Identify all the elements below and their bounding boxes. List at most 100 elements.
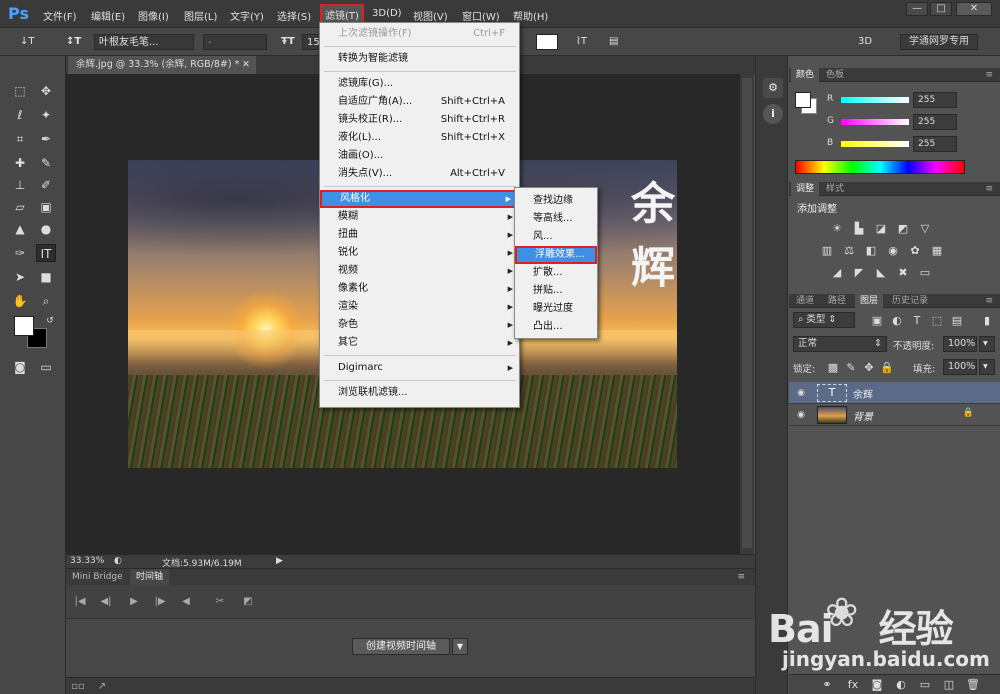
character-panel-icon[interactable]: ▤	[609, 34, 618, 50]
actions-panel-icon[interactable]: ⚙	[763, 78, 783, 98]
stylize-menu-item[interactable]: 等高线...	[515, 210, 597, 228]
healing-brush-tool-icon[interactable]: ✚	[10, 154, 30, 172]
lock-all-icon[interactable]: 🔒	[879, 361, 895, 375]
stylize-menu-item[interactable]: 曝光过度	[515, 300, 597, 318]
filter-menu-item[interactable]: 自适应广角(A)... Shift+Ctrl+A	[320, 93, 519, 111]
filter-menu-item[interactable]: 杂色 ▶	[320, 316, 519, 334]
document-tab[interactable]: 余辉.jpg @ 33.3% (余辉, RGB/8#) * ✕	[68, 56, 256, 74]
hue-saturation-icon[interactable]: ▥	[819, 244, 835, 258]
filter-menu-item[interactable]: 油画(O)...	[320, 147, 519, 165]
fill-dropdown-icon[interactable]: ▾	[979, 359, 995, 375]
menu-image[interactable]: 图像(I)	[135, 6, 172, 25]
stylize-menu-item[interactable]: 拼贴...	[515, 282, 597, 300]
tab-history[interactable]: 历史记录	[887, 294, 933, 308]
color-lookup-icon[interactable]: ▦	[929, 244, 945, 258]
play-icon[interactable]: ▶	[126, 594, 142, 610]
layer-filter-kind-select[interactable]: ⌕ 类型 ⇕	[793, 312, 855, 328]
frame-mode-icon[interactable]: ▫▫	[70, 679, 86, 694]
filter-menu-item[interactable]: 模糊 ▶	[320, 208, 519, 226]
audio-icon[interactable]: ◀	[178, 594, 194, 610]
close-button[interactable]: ✕	[956, 2, 992, 16]
curves-icon[interactable]: ◪	[873, 222, 889, 236]
filter-menu-item[interactable]: 液化(L)... Shift+Ctrl+X	[320, 129, 519, 147]
3d-mode-label[interactable]: 3D	[858, 34, 872, 50]
blue-value[interactable]: 255	[913, 136, 957, 152]
tab-color[interactable]: 颜色	[791, 68, 820, 82]
gradient-tool-icon[interactable]: ▣	[36, 198, 56, 216]
transition-icon[interactable]: ◩	[240, 594, 256, 610]
delete-layer-icon[interactable]: 🗑	[965, 678, 981, 692]
tab-layers[interactable]: 图层	[855, 294, 884, 308]
red-slider[interactable]: R 255	[789, 92, 1000, 108]
clone-stamp-tool-icon[interactable]: ⊥	[10, 176, 30, 194]
menu-edit[interactable]: 编辑(E)	[88, 6, 128, 25]
stylize-menu-item[interactable]: 查找边缘	[515, 192, 597, 210]
new-layer-icon[interactable]: ◫	[941, 678, 957, 692]
shape-tool-icon[interactable]: ■	[36, 268, 56, 286]
filter-menu-item[interactable]: 渲染 ▶	[320, 298, 519, 316]
hand-tool-icon[interactable]: ✋	[10, 292, 30, 310]
exposure-icon[interactable]: ◩	[895, 222, 911, 236]
opacity-dropdown-icon[interactable]: ▾	[979, 336, 995, 352]
filter-menu-item[interactable]: 其它 ▶	[320, 334, 519, 352]
red-track[interactable]	[841, 97, 909, 103]
type-tool-icon[interactable]: IT	[36, 244, 56, 262]
next-frame-icon[interactable]: |▶	[152, 594, 168, 610]
history-brush-tool-icon[interactable]: ✐	[36, 176, 56, 194]
layer-name[interactable]: 余辉	[853, 386, 873, 401]
filter-menu-item[interactable]: 像素化 ▶	[320, 280, 519, 298]
invert-icon[interactable]: ◢	[829, 266, 845, 280]
menu-3d[interactable]: 3D(D)	[369, 6, 405, 21]
go-to-first-frame-icon[interactable]: |◀	[72, 594, 88, 610]
panel-menu-icon[interactable]: ≡	[980, 182, 998, 196]
blue-slider[interactable]: B 255	[789, 136, 1000, 152]
green-track[interactable]	[841, 119, 909, 125]
filter-type-icon[interactable]: T	[909, 314, 925, 328]
gradient-map-icon[interactable]: ▭	[917, 266, 933, 280]
dodge-tool-icon[interactable]: ●	[36, 220, 56, 238]
filter-menu-item[interactable]: 滤镜库(G)...	[320, 75, 519, 93]
blur-tool-icon[interactable]: ▲	[10, 220, 30, 238]
menu-select[interactable]: 选择(S)	[274, 6, 314, 25]
brightness-icon[interactable]: ☀	[829, 222, 845, 236]
foreground-color-chip[interactable]	[795, 92, 811, 108]
stylize-menu-item[interactable]: 浮雕效果...	[515, 246, 597, 264]
info-panel-icon[interactable]: i	[763, 104, 783, 124]
vertical-scrollbar[interactable]	[740, 74, 754, 554]
filter-menu-item[interactable]: 镜头校正(R)... Shift+Ctrl+R	[320, 111, 519, 129]
layer-mask-icon[interactable]: ◙	[869, 678, 885, 692]
channel-mixer-icon[interactable]: ✿	[907, 244, 923, 258]
menu-layer[interactable]: 图层(L)	[181, 6, 220, 25]
previous-frame-icon[interactable]: ◀|	[98, 594, 114, 610]
maximize-button[interactable]: □	[930, 2, 952, 16]
color-balance-icon[interactable]: ⚖	[841, 244, 857, 258]
text-color-swatch[interactable]	[536, 34, 558, 50]
filter-pixel-icon[interactable]: ▣	[869, 314, 885, 328]
status-info-icon[interactable]: ◐	[114, 556, 122, 566]
filter-shape-icon[interactable]: ⬚	[929, 314, 945, 328]
tab-timeline[interactable]: 时间轴	[130, 569, 170, 585]
lasso-tool-icon[interactable]: ℓ	[10, 106, 30, 124]
tab-mini-bridge[interactable]: Mini Bridge	[66, 569, 129, 585]
stylize-menu-item[interactable]: 扩散...	[515, 264, 597, 282]
filter-smart-object-icon[interactable]: ▤	[949, 314, 965, 328]
visibility-eye-icon[interactable]: ◉	[795, 409, 807, 421]
font-family-select[interactable]: 叶根友毛笔...	[94, 34, 194, 50]
foreground-color-swatch[interactable]	[14, 316, 34, 336]
green-value[interactable]: 255	[913, 114, 957, 130]
tab-channels[interactable]: 通道	[791, 294, 819, 308]
blue-track[interactable]	[841, 141, 909, 147]
panel-menu-icon[interactable]: ≡	[980, 294, 998, 308]
lock-pixels-icon[interactable]: ✎	[843, 361, 859, 375]
menu-file[interactable]: 文件(F)	[40, 6, 80, 25]
lock-transparent-icon[interactable]: ▩	[825, 361, 841, 375]
zoom-tool-icon[interactable]: ⌕	[36, 292, 56, 310]
scrollbar-thumb[interactable]	[742, 78, 752, 548]
filter-menu-item[interactable]: 浏览联机滤镜...	[320, 384, 519, 402]
eraser-tool-icon[interactable]: ▱	[10, 198, 30, 216]
green-slider[interactable]: G 255	[789, 114, 1000, 130]
filter-toggle-icon[interactable]: ▮	[979, 314, 995, 328]
text-orientation-icon[interactable]: ↕T	[66, 34, 81, 50]
screen-mode-icon[interactable]: ▭	[36, 358, 56, 376]
fill-input[interactable]: 100%	[943, 359, 977, 375]
